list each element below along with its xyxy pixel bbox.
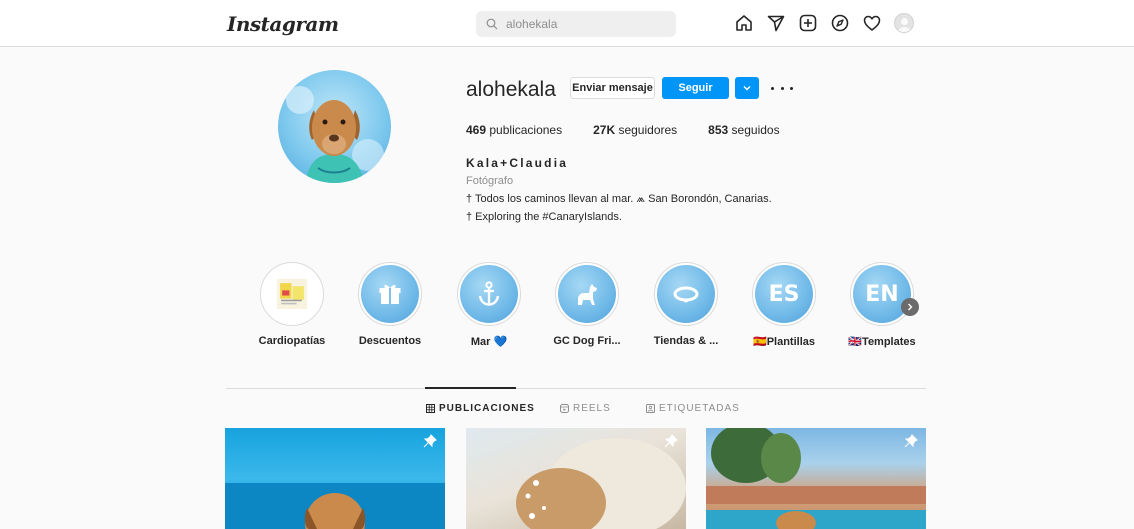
chevron-down-icon	[743, 86, 751, 91]
direct-icon[interactable]	[765, 12, 787, 34]
pinned-icon	[423, 434, 437, 448]
send-message-button[interactable]: Enviar mensaje	[570, 77, 655, 99]
highlight-cover	[263, 265, 321, 323]
collar-icon	[673, 286, 699, 303]
profile-avatar-large[interactable]	[278, 70, 391, 183]
tag-user-icon	[646, 404, 655, 413]
tab-publicaciones[interactable]: PUBLICACIONES	[426, 403, 535, 414]
highlight-gc-dog-friendly[interactable]: GC Dog Fri...	[547, 262, 627, 347]
anchor-icon	[478, 281, 500, 306]
following-stat[interactable]: 853 seguidos	[708, 123, 779, 137]
post-image	[706, 428, 926, 529]
chevron-right-icon	[908, 303, 913, 311]
reels-icon	[560, 404, 569, 413]
posts-stat: 469 publicaciones	[466, 123, 563, 137]
bio-line-1: † Todos los caminos llevan al mar. ⩕ San…	[466, 193, 772, 205]
more-options-icon[interactable]	[771, 80, 793, 96]
highlights-next-button[interactable]	[901, 298, 919, 316]
tab-reels[interactable]: REELS	[560, 403, 611, 414]
bio-line-2: † Exploring the #CanaryIslands.	[466, 211, 622, 223]
search-icon	[486, 18, 498, 30]
highlight-cardiopatias[interactable]: Cardiopatías	[252, 262, 332, 347]
highlight-plantillas[interactable]: ES 🇪🇸Plantillas	[744, 262, 824, 348]
highlight-descuentos[interactable]: Descuentos	[350, 262, 430, 347]
tabs-divider	[226, 388, 926, 389]
highlight-mar[interactable]: Mar 💙	[449, 262, 529, 348]
search-input[interactable]	[506, 17, 666, 31]
explore-icon[interactable]	[829, 12, 851, 34]
profile-username: alohekala	[466, 78, 556, 101]
top-navbar: Instagram	[0, 0, 1134, 47]
post-thumbnail[interactable]	[225, 428, 445, 529]
highlight-badge: EN	[853, 265, 911, 323]
profile-stats: 469 publicaciones 27K seguidores 853 seg…	[466, 123, 780, 137]
search-box[interactable]	[476, 11, 676, 37]
gift-icon	[379, 284, 401, 304]
post-thumbnail[interactable]	[706, 428, 926, 529]
highlight-badge: ES	[755, 265, 813, 323]
profile-avatar[interactable]	[893, 12, 915, 34]
post-thumbnail[interactable]	[466, 428, 686, 529]
pinned-icon	[664, 434, 678, 448]
dog-photo	[286, 86, 384, 183]
profile-category: Fotógrafo	[466, 175, 514, 187]
instagram-logo[interactable]: Instagram	[227, 12, 339, 36]
new-post-icon[interactable]	[797, 12, 819, 34]
suggested-accounts-button[interactable]	[735, 77, 759, 99]
story-highlights: Cardiopatías Descuentos Mar 💙 GC Dog Fri…	[252, 262, 932, 352]
dog-icon	[578, 284, 597, 305]
tab-etiquetadas[interactable]: ETIQUETADAS	[646, 403, 740, 414]
pinned-icon	[904, 434, 918, 448]
profile-full-name: Kala+Claudia	[466, 156, 569, 170]
home-icon[interactable]	[733, 12, 755, 34]
post-image	[225, 483, 445, 529]
highlight-label: Cardiopatías	[258, 335, 326, 347]
grid-icon	[426, 404, 435, 413]
activity-heart-icon[interactable]	[861, 12, 883, 34]
follow-button[interactable]: Seguir	[662, 77, 729, 99]
post-image	[516, 438, 686, 529]
avatar-placeholder-icon	[894, 13, 914, 33]
active-tab-indicator	[425, 387, 516, 389]
followers-stat[interactable]: 27K seguidores	[593, 123, 677, 137]
highlight-tiendas[interactable]: Tiendas & ...	[646, 262, 726, 347]
